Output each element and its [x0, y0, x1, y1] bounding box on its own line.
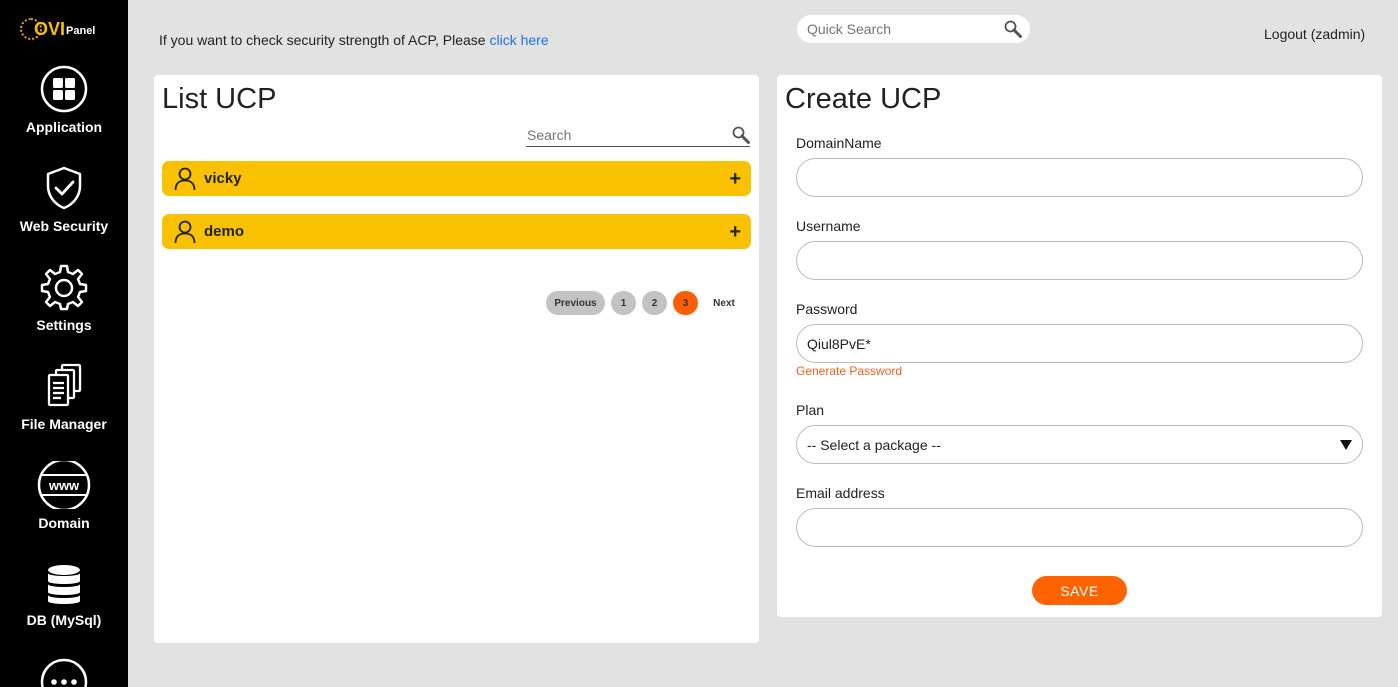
search-icon[interactable] [732, 126, 750, 144]
sidebar-item-settings[interactable]: Settings [0, 263, 128, 333]
sidebar-item-label: Domain [38, 515, 90, 531]
pagination-page-3-current[interactable]: 3 [673, 291, 698, 315]
email-address-input[interactable] [796, 508, 1363, 547]
sidebar-item-application[interactable]: Application [0, 65, 128, 135]
sidebar-item-label: DB (MySql) [26, 612, 102, 628]
pagination-page-2[interactable]: 2 [642, 291, 667, 315]
sidebar-item-web-security[interactable]: Web Security [0, 164, 128, 234]
plan-label: Plan [796, 402, 825, 418]
user-row-demo[interactable]: demo + [162, 214, 751, 249]
create-ucp-title: Create UCP [785, 83, 942, 115]
user-icon [174, 167, 196, 190]
quick-search-bar[interactable] [797, 15, 1030, 43]
expand-plus-button[interactable]: + [729, 222, 741, 242]
pagination-next-button[interactable]: Next [704, 291, 744, 315]
ovipanel-logo[interactable]: OVI Panel [20, 14, 110, 44]
logout-link[interactable]: Logout (zadmin) [1264, 26, 1365, 42]
sidebar-item-db-mysql[interactable]: DB (MySql) [0, 564, 128, 628]
password-label: Password [796, 301, 858, 317]
sidebar-item-label: Web Security [19, 218, 109, 234]
pagination: Previous 1 2 3 Next [546, 291, 750, 315]
password-input[interactable] [796, 324, 1363, 363]
sidebar-item-label: File Manager [21, 416, 107, 432]
user-name: vicky [204, 170, 242, 187]
logo-ovi-text: OVI [34, 18, 66, 39]
user-name: demo [204, 223, 245, 240]
username-label: Username [796, 218, 861, 234]
list-search-bar[interactable] [526, 124, 750, 147]
domain-name-input[interactable] [796, 158, 1363, 197]
generate-password-link[interactable]: Generate Password [796, 364, 902, 378]
list-ucp-title: List UCP [162, 83, 277, 115]
quick-search-input[interactable] [805, 20, 989, 38]
sidebar-item-label: Application [25, 119, 103, 135]
list-search-input[interactable] [526, 127, 717, 143]
www-icon: www [37, 461, 91, 509]
pagination-page-1[interactable]: 1 [611, 291, 636, 315]
user-icon [174, 220, 196, 243]
logo-panel-text: Panel [66, 25, 96, 37]
domain-name-label: DomainName [796, 135, 882, 151]
documents-icon [47, 363, 82, 407]
user-row-vicky[interactable]: vicky + [162, 161, 751, 196]
list-ucp-panel: List UCP vicky + demo + Previous 1 2 3 N… [154, 75, 759, 643]
security-notice: If you want to check security strength o… [159, 32, 549, 48]
sidebar-item-domain[interactable]: www Domain [0, 461, 128, 531]
more-icon [40, 658, 88, 687]
search-icon[interactable] [1004, 20, 1022, 38]
sidebar-item-label: Settings [36, 317, 92, 333]
sidebar-item-more[interactable] [0, 657, 128, 687]
security-check-link[interactable]: click here [489, 32, 548, 48]
caret-down-icon [1340, 439, 1352, 450]
plan-selected-value: -- Select a package -- [807, 436, 941, 453]
sidebar: OVI Panel Application Web Security Setti… [0, 0, 128, 687]
username-input[interactable] [796, 241, 1363, 280]
plan-select[interactable]: -- Select a package -- [796, 425, 1363, 464]
expand-plus-button[interactable]: + [729, 169, 741, 189]
database-icon [48, 565, 80, 604]
create-ucp-panel: Create UCP DomainName Username Password … [777, 75, 1382, 617]
shield-check-icon [46, 166, 82, 210]
sidebar-item-file-manager[interactable]: File Manager [0, 362, 128, 432]
security-notice-text: If you want to check security strength o… [159, 32, 490, 48]
save-button[interactable]: SAVE [1032, 576, 1127, 605]
svg-text:www: www [48, 478, 80, 493]
grid-icon [40, 65, 88, 113]
gear-icon [40, 264, 88, 311]
pagination-previous-button[interactable]: Previous [546, 291, 605, 315]
email-address-label: Email address [796, 485, 885, 501]
